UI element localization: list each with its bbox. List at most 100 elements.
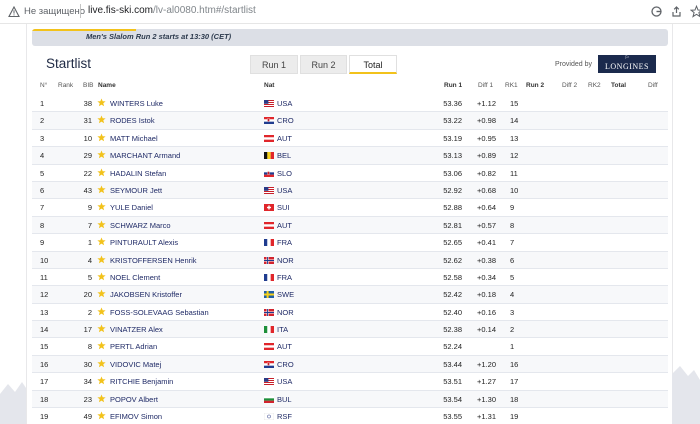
startlist-table: 1 38 WINTERS Luke USA 53.36 +1.12 15 2 31 RODES I… bbox=[32, 95, 668, 424]
run1-rank: 14 bbox=[510, 116, 519, 126]
favorite-star-icon[interactable] bbox=[97, 98, 106, 107]
table-row[interactable]: 10 4 KRISTOFFERSEN Henrik NOR 52.62 +0.38 6 bbox=[32, 251, 668, 269]
row-number: 11 bbox=[40, 272, 48, 282]
favorite-star-icon[interactable] bbox=[97, 237, 106, 246]
table-row[interactable]: 4 29 MARCHANT Armand BEL 53.13 +0.89 12 bbox=[32, 147, 668, 165]
favorite-star-icon[interactable] bbox=[97, 307, 106, 316]
url-field[interactable]: live.fis-ski.com/lv-al0080.htm#/startlis… bbox=[88, 5, 256, 16]
run1-rank: 13 bbox=[510, 133, 519, 143]
bib-number: 31 bbox=[83, 116, 92, 126]
page-title: Startlist bbox=[46, 56, 92, 71]
google-lens-icon[interactable] bbox=[650, 5, 663, 18]
favorite-star-icon[interactable] bbox=[97, 272, 106, 281]
favorite-star-icon[interactable] bbox=[97, 394, 106, 403]
athlete-name[interactable]: HADALIN Stefan bbox=[110, 169, 166, 178]
row-number: 1 bbox=[40, 99, 45, 108]
bib-number: 38 bbox=[83, 99, 92, 108]
run1-rank: 6 bbox=[510, 255, 515, 265]
row-number: 15 bbox=[40, 342, 49, 352]
bib-number: 29 bbox=[83, 151, 92, 161]
table-row[interactable]: 18 23 POPOV Albert BUL 53.54 +1.30 18 bbox=[32, 390, 668, 409]
table-row[interactable]: 1 38 WINTERS Luke USA 53.36 +1.12 15 bbox=[32, 95, 668, 113]
athlete-name[interactable]: JAKOBSEN Kristoffer bbox=[110, 290, 182, 299]
table-row[interactable]: 19 49 EFIMOV Simon RSF 53.55 +1.31 19 bbox=[32, 408, 668, 424]
athlete-name[interactable]: MARCHANT Armand bbox=[110, 151, 180, 160]
warning-icon[interactable] bbox=[8, 6, 20, 18]
run1-time: 52.58 bbox=[443, 272, 462, 282]
athlete-name[interactable]: PERTL Adrian bbox=[110, 342, 157, 351]
country-flag-icon bbox=[264, 204, 274, 212]
nation-code: BUL bbox=[277, 394, 292, 404]
table-row[interactable]: 2 31 RODES Istok CRO 53.22 +0.98 14 bbox=[32, 112, 668, 130]
athlete-name[interactable]: WINTERS Luke bbox=[110, 99, 163, 108]
athlete-name[interactable]: FOSS-SOLEVAAG Sebastian bbox=[110, 308, 209, 317]
table-row[interactable]: 9 1 PINTURAULT Alexis FRA 52.65 +0.41 7 bbox=[32, 234, 668, 252]
favorite-star-icon[interactable] bbox=[97, 376, 106, 385]
tab-run-1[interactable]: Run 1 bbox=[250, 55, 298, 74]
athlete-name[interactable]: RITCHIE Benjamin bbox=[110, 377, 173, 386]
favorite-star-icon[interactable] bbox=[97, 133, 106, 142]
athlete-name[interactable]: POPOV Albert bbox=[110, 395, 158, 404]
country-flag-icon bbox=[264, 291, 274, 299]
favorite-star-icon[interactable] bbox=[97, 254, 106, 264]
athlete-name[interactable]: MATT Michael bbox=[110, 134, 158, 143]
longines-logo[interactable]: ⚐ LONGINES bbox=[598, 55, 656, 73]
favorite-star-icon[interactable] bbox=[97, 220, 106, 229]
athlete-name[interactable]: PINTURAULT Alexis bbox=[110, 238, 178, 247]
athlete-name[interactable]: VINATZER Alex bbox=[110, 325, 163, 334]
favorite-star-icon[interactable] bbox=[97, 185, 106, 194]
favorite-star-icon[interactable] bbox=[97, 202, 106, 211]
table-row[interactable]: 5 22 HADALIN Stefan SLO 53.06 +0.82 11 bbox=[32, 165, 668, 182]
athlete-name[interactable]: KRISTOFFERSEN Henrik bbox=[110, 256, 197, 265]
athlete-name[interactable]: YULE Daniel bbox=[110, 203, 153, 212]
row-number: 8 bbox=[40, 220, 45, 230]
athlete-name[interactable]: EFIMOV Simon bbox=[110, 412, 162, 421]
share-icon[interactable] bbox=[670, 5, 683, 18]
athlete-name[interactable]: SCHWARZ Marco bbox=[110, 221, 171, 230]
table-row[interactable]: 16 30 VIDOVIC Matej CRO 53.44 +1.20 16 bbox=[32, 355, 668, 374]
favorite-star-icon[interactable] bbox=[97, 115, 106, 124]
table-row[interactable]: 15 8 PERTL Adrian AUT 52.24 1 bbox=[32, 338, 668, 356]
favorite-star-icon[interactable] bbox=[97, 324, 106, 333]
favorite-star-icon[interactable] bbox=[97, 341, 106, 350]
table-row[interactable]: 6 43 SEYMOUR Jett USA 52.92 +0.68 10 bbox=[32, 181, 668, 200]
favorite-star-icon[interactable] bbox=[97, 289, 106, 298]
provided-by-label: Provided by bbox=[555, 61, 592, 68]
favorite-star-icon[interactable] bbox=[97, 168, 106, 177]
table-row[interactable]: 14 17 VINATZER Alex ITA 52.38 +0.14 2 bbox=[32, 321, 668, 339]
banner-accent bbox=[32, 29, 136, 31]
run1-rank: 16 bbox=[510, 359, 519, 369]
col-header-rank: Rank bbox=[58, 82, 74, 89]
browser-address-bar[interactable]: Не защищено live.fis-ski.com/lv-al0080.h… bbox=[0, 0, 700, 24]
col-header-diff: Diff bbox=[648, 82, 658, 89]
athlete-name[interactable]: RODES Istok bbox=[110, 116, 155, 125]
table-row[interactable]: 7 9 YULE Daniel SUI 52.88 +0.64 9 bbox=[32, 199, 668, 217]
table-row[interactable]: 13 2 FOSS-SOLEVAAG Sebastian NOR 52.40 +0.16 3 bbox=[32, 304, 668, 322]
favorite-star-icon[interactable] bbox=[97, 150, 106, 159]
athlete-name[interactable]: SEYMOUR Jett bbox=[110, 186, 162, 195]
favorite-star-icon[interactable] bbox=[97, 359, 106, 368]
favorite-star-icon[interactable] bbox=[97, 411, 106, 420]
address-separator bbox=[80, 4, 81, 18]
tab-total[interactable]: Total bbox=[349, 55, 397, 74]
run1-time: 53.54 bbox=[443, 394, 462, 404]
athlete-name[interactable]: VIDOVIC Matej bbox=[110, 360, 161, 369]
row-number: 13 bbox=[40, 307, 49, 317]
tab-run-2[interactable]: Run 2 bbox=[300, 55, 347, 74]
country-flag-icon bbox=[264, 186, 274, 194]
table-row[interactable]: 17 34 RITCHIE Benjamin USA 53.51 +1.27 17 bbox=[32, 373, 668, 391]
bib-number: 43 bbox=[83, 185, 92, 195]
table-row[interactable]: 3 10 MATT Michael AUT 53.19 +0.95 13 bbox=[32, 130, 668, 148]
bookmark-star-icon[interactable] bbox=[690, 5, 700, 18]
table-row[interactable]: 8 7 SCHWARZ Marco AUT 52.81 +0.57 8 bbox=[32, 216, 668, 235]
table-row[interactable]: 12 20 JAKOBSEN Kristoffer SWE 52.42 +0.18 4 bbox=[32, 286, 668, 304]
not-secure-label[interactable]: Не защищено bbox=[24, 6, 85, 17]
run1-time: 53.22 bbox=[443, 116, 462, 126]
bib-number: 49 bbox=[83, 412, 92, 422]
table-row[interactable]: 11 5 NOEL Clement FRA 52.58 +0.34 5 bbox=[32, 269, 668, 287]
row-number: 14 bbox=[40, 325, 49, 335]
col-header-total: Total bbox=[611, 82, 627, 89]
athlete-name[interactable]: NOEL Clement bbox=[110, 273, 160, 282]
url-path: /lv-al0080.htm#/startlist bbox=[153, 5, 256, 16]
run1-rank: 5 bbox=[510, 272, 515, 282]
